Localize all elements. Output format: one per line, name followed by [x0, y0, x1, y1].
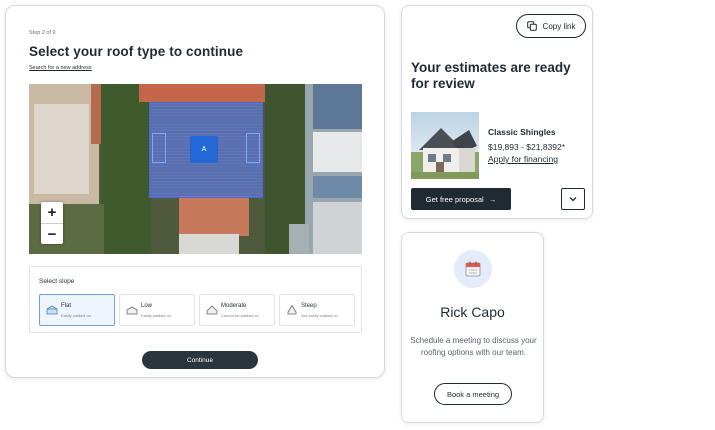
slope-label: Select slope [39, 278, 75, 285]
continue-button[interactable]: Continue [142, 351, 258, 369]
product-name: Classic Shingles [488, 127, 556, 137]
house-roof-icon [46, 305, 58, 315]
search-new-address-link[interactable]: Search for a new address [29, 65, 92, 71]
contact-card: Rick Capo Schedule a meeting to discuss … [401, 232, 544, 423]
slope-option-name: Moderate [221, 303, 247, 309]
slope-option-name: Low [141, 303, 153, 309]
rep-name: Rick Capo [440, 304, 505, 320]
slope-option-flat[interactable]: Flat Easily walked on [39, 294, 115, 326]
satellite-map[interactable]: A + − [29, 84, 362, 254]
roof-wizard-card: Step 2 of 9 Select your roof type to con… [5, 5, 385, 378]
step-indicator: Step 2 of 9 [29, 30, 56, 36]
zoom-out-button[interactable]: − [41, 223, 63, 244]
slope-option-desc: Easily walked on [61, 313, 91, 318]
page-title: Select your roof type to continue [29, 44, 244, 59]
get-proposal-button[interactable]: Get free proposal → [411, 188, 511, 210]
house-roof-icon [126, 306, 138, 315]
expand-estimate-button[interactable] [561, 188, 585, 210]
slope-option-desc: Cannot be walked on [221, 313, 259, 318]
zoom-controls: + − [41, 202, 63, 244]
slope-option-name: Steep [301, 303, 317, 309]
slope-selector: Select slope Flat Easily walked on Low E… [29, 266, 362, 333]
product-price: $19,893 - $21,8392* [488, 142, 566, 152]
get-proposal-label: Get free proposal [425, 194, 484, 204]
slope-option-moderate[interactable]: Moderate Cannot be walked on [199, 294, 275, 326]
house-roof-icon [287, 305, 297, 315]
estimate-title: Your estimates are ready for review [411, 60, 571, 91]
estimate-card: Copy link Your estimates are ready for r… [401, 5, 593, 219]
slope-option-desc: Not easily walked on [301, 313, 338, 318]
house-roof-icon [206, 305, 218, 315]
copy-link-button[interactable]: Copy link [516, 14, 586, 38]
book-meeting-button[interactable]: Book a meeting [434, 383, 512, 405]
avatar [454, 250, 492, 288]
slope-option-name: Flat [61, 303, 72, 309]
chevron-down-icon [569, 197, 577, 202]
house-photo [411, 112, 479, 179]
slope-option-low[interactable]: Low Easily walked on [119, 294, 195, 326]
zoom-in-button[interactable]: + [41, 202, 63, 223]
roof-marker[interactable]: A [190, 136, 218, 163]
calendar-icon [465, 261, 481, 277]
slope-option-desc: Easily walked on [141, 313, 171, 318]
copy-icon [526, 21, 537, 31]
slope-option-steep[interactable]: Steep Not easily walked on [279, 294, 355, 326]
copy-link-label: Copy link [542, 21, 576, 31]
apply-financing-link[interactable]: Apply for financing [488, 154, 558, 164]
rep-message: Schedule a meeting to discuss your roofi… [410, 336, 537, 357]
arrow-right-icon: → [488, 194, 497, 204]
